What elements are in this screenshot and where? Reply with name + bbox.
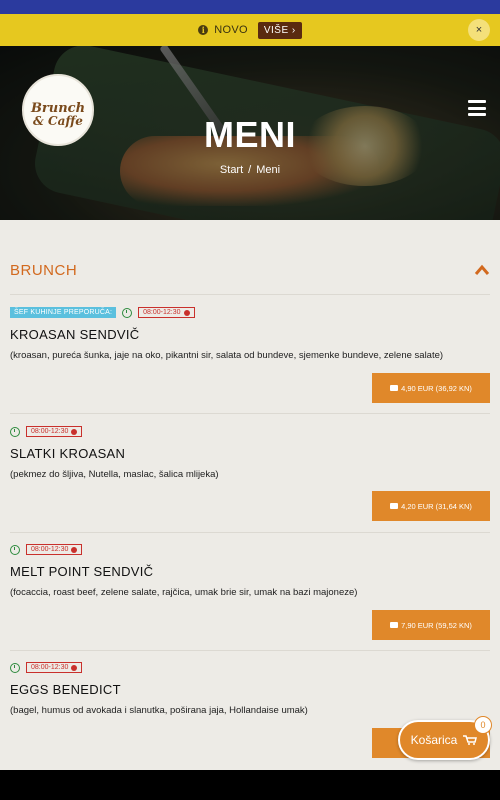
breadcrumb-separator: / — [248, 164, 252, 176]
cart-count-badge: 0 — [474, 716, 492, 734]
clock-icon — [10, 426, 20, 437]
item-description: (kroasan, pureća šunka, jaje na oko, pik… — [10, 350, 444, 361]
item-description: (pekmez do šljiva, Nutella, maslac, šali… — [10, 469, 219, 480]
item-tags: 08:00-12:30 — [10, 543, 490, 556]
time-badge: 08:00-12:30 — [138, 307, 195, 318]
divider — [10, 294, 490, 295]
close-notice-button[interactable]: × — [468, 19, 490, 41]
cart-label: Košarica — [410, 733, 458, 747]
divider — [10, 532, 490, 533]
divider — [10, 413, 490, 414]
warning-icon — [71, 546, 78, 553]
item-tags: 08:00-12:30 — [10, 661, 490, 674]
cart-icon — [390, 622, 399, 628]
time-badge: 08:00-12:30 — [26, 426, 83, 437]
top-strip — [0, 0, 500, 14]
time-badge-text: 08:00-12:30 — [31, 546, 69, 553]
add-to-cart-button[interactable]: 4,20 EUR (31,64 KN) — [372, 491, 490, 521]
item-description: (bagel, humus od avokada i slanutka, poš… — [10, 705, 308, 716]
item-description: (focaccia, roast beef, zelene salate, ra… — [10, 587, 358, 598]
bottom-bar — [0, 770, 500, 800]
time-badge-text: 08:00-12:30 — [143, 309, 181, 316]
time-badge: 08:00-12:30 — [26, 544, 83, 555]
add-to-cart-button[interactable]: 4,90 EUR (36,92 KN) — [372, 373, 490, 403]
page: i NOVO VIŠE › × Brunch & Caffe MENI Star… — [0, 0, 500, 770]
price-label: 4,20 EUR (31,64 KN) — [401, 501, 472, 511]
cart-icon — [390, 385, 399, 391]
warning-icon — [183, 309, 190, 316]
item-tags: 08:00-12:30 — [10, 425, 490, 438]
notice-bar: i NOVO VIŠE › × — [0, 14, 500, 46]
page-title: MENI — [204, 114, 296, 155]
breadcrumb: Start / Meni — [0, 164, 500, 176]
more-button[interactable]: VIŠE › — [257, 21, 302, 39]
item-tags: ŠEF KUHINJE PREPORUČA: 08:00-12:30 — [10, 306, 490, 319]
item-name: SLATKI KROASAN — [10, 446, 126, 461]
section-header[interactable]: BRUNCH — [10, 262, 490, 282]
logo-line-1: Brunch — [30, 100, 86, 116]
price-label: 7,90 EUR (59,52 KN) — [401, 620, 472, 630]
shopping-cart-icon — [463, 735, 478, 745]
cart-button[interactable]: Košarica 0 — [398, 716, 492, 760]
chevron-up-icon[interactable] — [474, 264, 490, 276]
price-label: 4,90 EUR (36,92 KN) — [401, 383, 472, 393]
time-badge-text: 08:00-12:30 — [31, 428, 69, 435]
time-badge: 08:00-12:30 — [26, 662, 83, 673]
cart-icon — [390, 503, 399, 509]
section-title: BRUNCH — [10, 262, 78, 279]
menu-item: 08:00-12:30 SLATKI KROASAN (pekmez do šl… — [10, 425, 490, 533]
breadcrumb-current: Meni — [256, 164, 281, 176]
info-icon: i — [198, 25, 209, 35]
add-to-cart-button[interactable]: 7,90 EUR (59,52 KN) — [372, 610, 490, 640]
clock-icon — [10, 544, 20, 555]
item-name: KROASAN SENDVIČ — [10, 327, 140, 342]
item-name: MELT POINT SENDVIČ — [10, 564, 154, 579]
chef-recommends-badge: ŠEF KUHINJE PREPORUČA: — [10, 307, 117, 318]
item-name: EGGS BENEDICT — [10, 682, 121, 697]
time-badge-text: 08:00-12:30 — [31, 664, 69, 671]
breadcrumb-home-link[interactable]: Start — [220, 164, 243, 176]
notice-text: NOVO — [214, 24, 248, 36]
clock-icon — [122, 307, 133, 318]
warning-icon — [71, 428, 78, 435]
warning-icon — [71, 664, 78, 671]
menu-item: ŠEF KUHINJE PREPORUČA: 08:00-12:30 KROAS… — [10, 306, 490, 414]
clock-icon — [10, 662, 20, 673]
divider — [10, 650, 490, 651]
menu-item: 08:00-12:30 MELT POINT SENDVIČ (focaccia… — [10, 543, 490, 651]
